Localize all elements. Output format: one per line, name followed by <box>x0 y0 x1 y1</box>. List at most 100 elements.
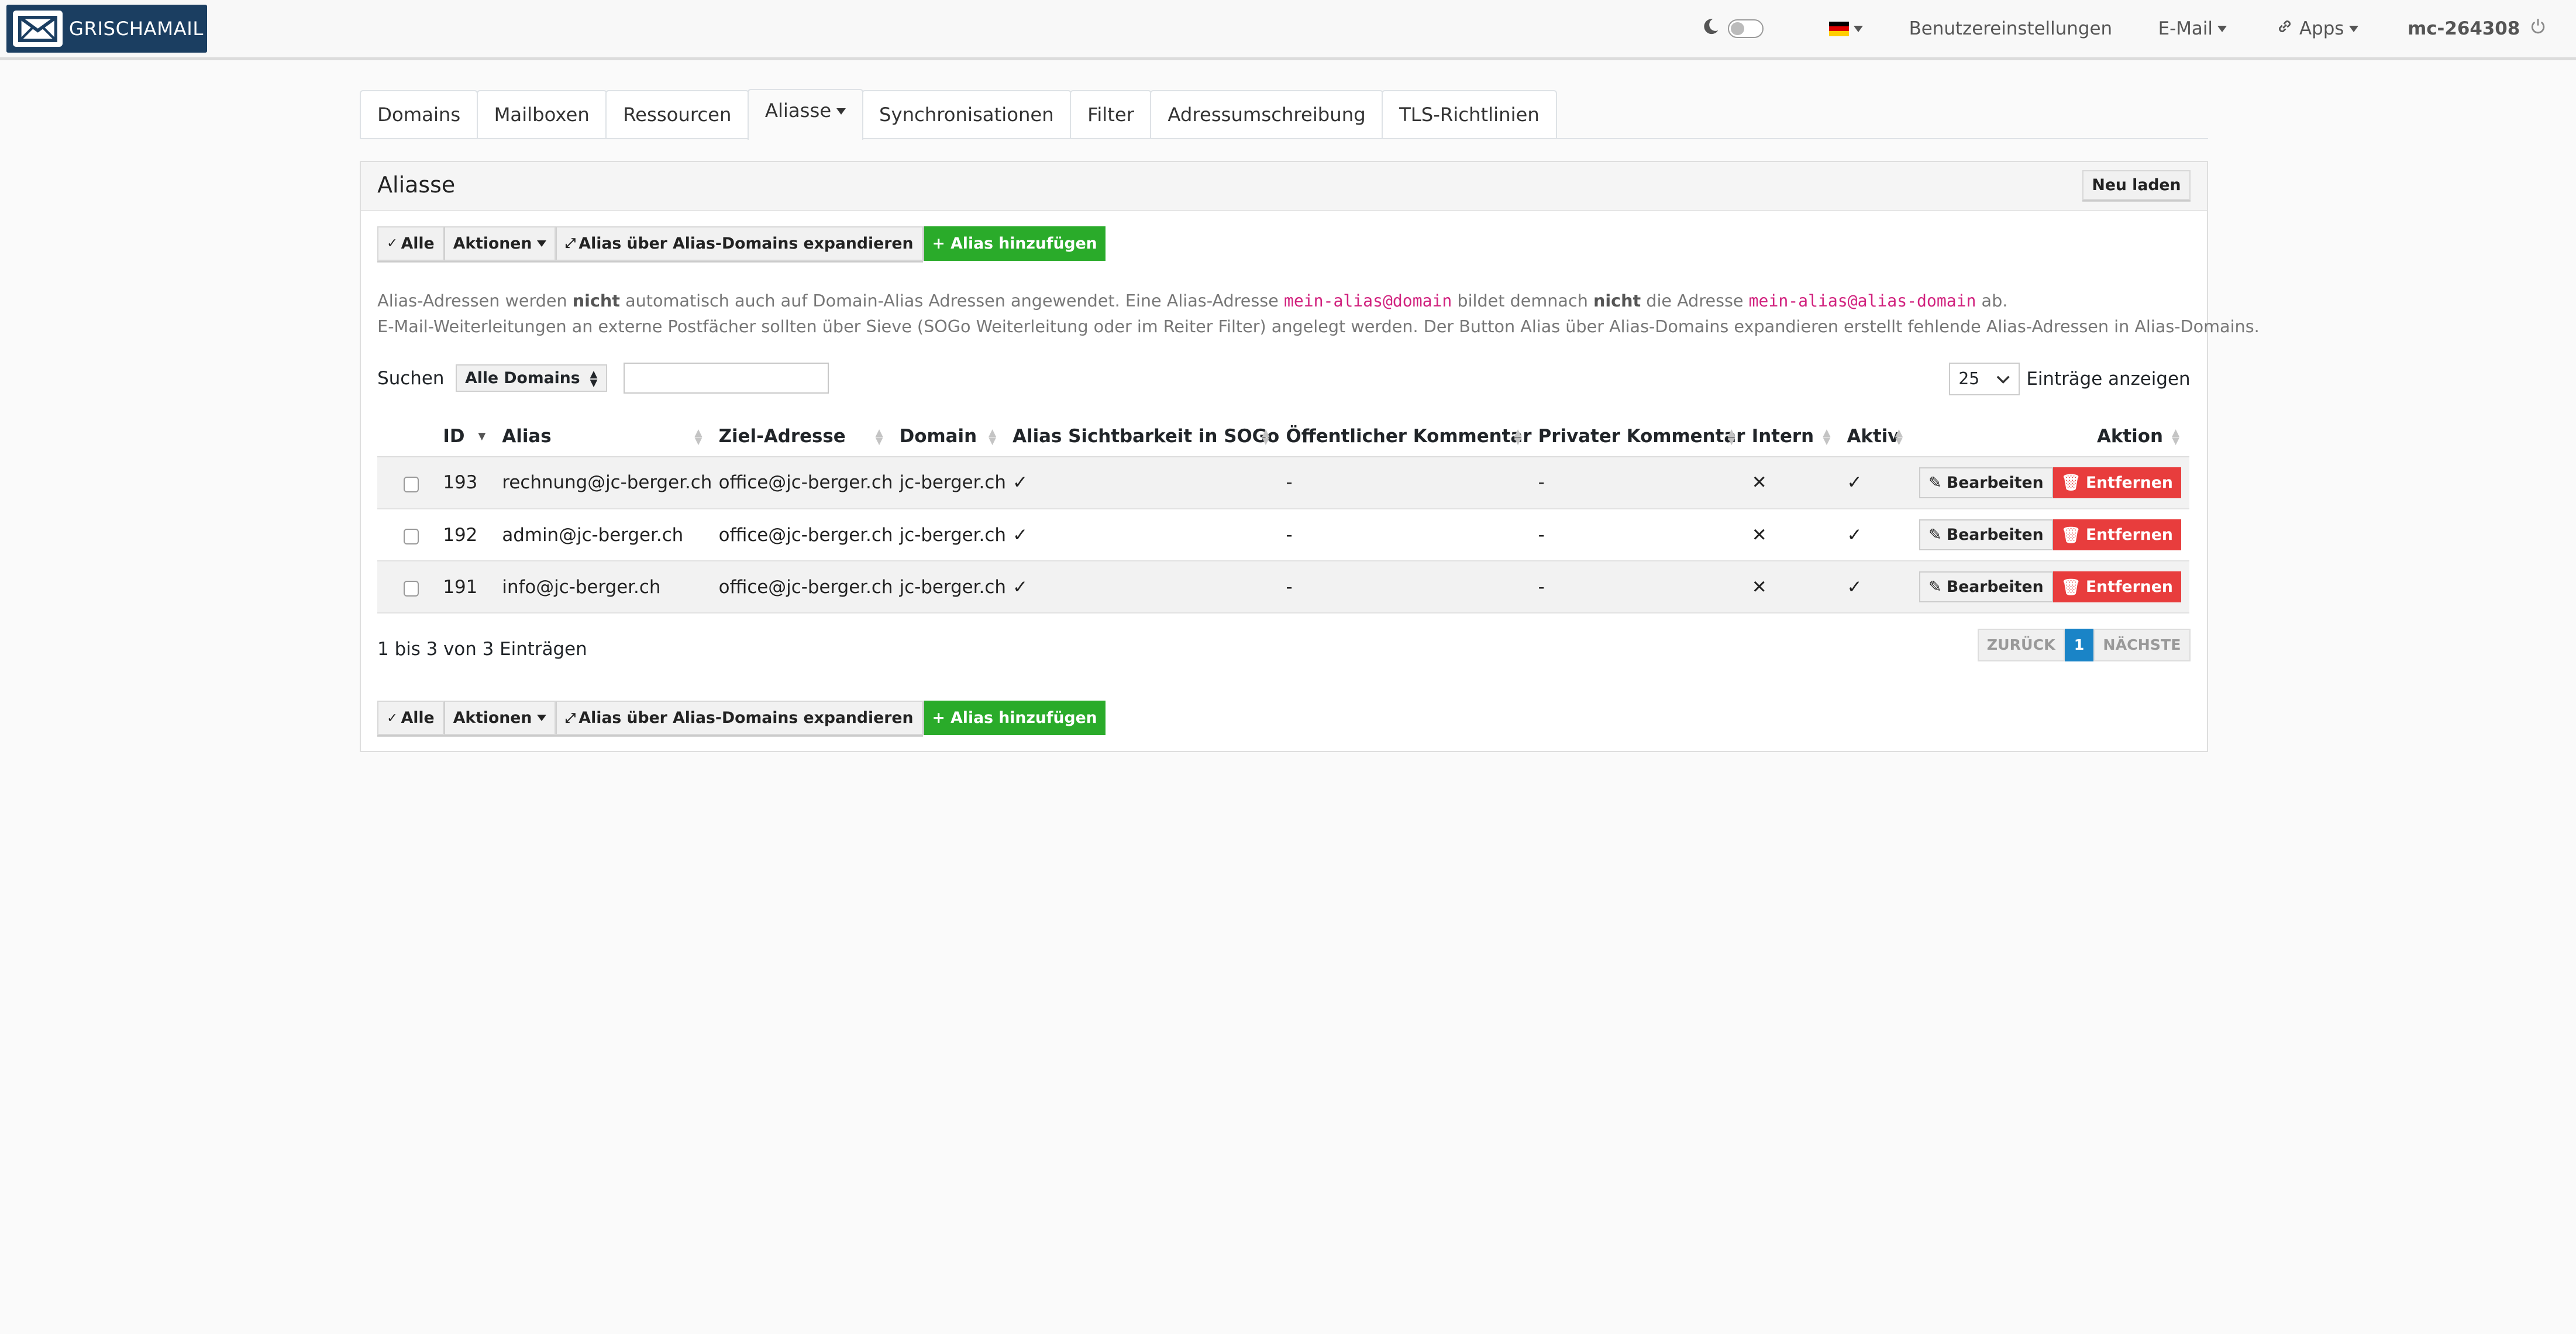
dark-mode-switch[interactable] <box>1728 19 1764 39</box>
german-flag-icon <box>1828 21 1849 36</box>
tab-aliasse[interactable]: Aliasse <box>747 88 863 140</box>
check-icon: ✓ <box>1005 561 1280 614</box>
actions-dropdown[interactable]: Aktionen <box>443 701 556 736</box>
row-checkbox[interactable] <box>404 581 419 597</box>
edit-button[interactable]: ✎ Bearbeiten <box>1919 571 2053 603</box>
app-root: GRISCHAMAIL Benutzereinstellungen E-Mail <box>0 0 2576 1334</box>
page-1-button[interactable]: 1 <box>2064 628 2094 661</box>
tab-synchronisationen[interactable]: Synchronisationen <box>861 90 1072 138</box>
cell-target: office@jc-berger.ch <box>712 561 893 614</box>
dark-mode-toggle[interactable] <box>1702 18 1764 40</box>
row-checkbox-cell <box>377 456 437 509</box>
row-checkbox-cell <box>377 508 437 562</box>
cell-alias: admin@jc-berger.ch <box>495 508 712 562</box>
tab-ressourcen[interactable]: Ressourcen <box>605 90 749 138</box>
top-toolbar: ✓ Alle Aktionen ⤢ Alias über Alias-Domai… <box>377 226 1106 261</box>
expand-icon: ⤢ <box>564 710 576 726</box>
remove-button[interactable]: 🗑 Entfernen <box>2052 467 2181 499</box>
user-settings-link[interactable]: Benutzereinstellungen <box>1909 18 2112 39</box>
expand-alias-button[interactable]: ⤢ Alias über Alias-Domains expandieren <box>555 701 923 736</box>
col-alias[interactable]: Alias ▲ ▼ <box>495 416 712 457</box>
reload-button[interactable]: Neu laden <box>2082 170 2191 200</box>
trash-icon: 🗑 <box>2061 578 2081 597</box>
cell-id: 193 <box>436 456 496 509</box>
row-actions: ✎ Bearbeiten 🗑 Entfernen <box>1912 456 2189 509</box>
search-bar: Suchen Alle Domains ▲ ▼ <box>377 362 829 394</box>
col-sogo-visibility[interactable]: Alias Sichtbarkeit in SOGo ▲ ▼ <box>1005 416 1280 457</box>
col-private-comment[interactable]: Privater Kommentar ▲ ▼ <box>1531 416 1745 457</box>
row-checkbox-cell <box>377 561 437 614</box>
add-alias-button[interactable]: + Alias hinzufügen <box>922 701 1106 736</box>
col-public-comment[interactable]: Öffentlicher Kommentar ▲ ▼ <box>1279 416 1532 457</box>
select-all-button[interactable]: ✓ Alle <box>377 701 444 736</box>
aliases-table: ID ▼ Alias ▲ ▼ Ziel-Adresse ▲ ▼ Domain ▲ ▼ Alia… <box>377 416 2189 614</box>
tab-tls-richtlinien[interactable]: TLS-Richtlinien <box>1381 90 1557 138</box>
pencil-icon: ✎ <box>1928 473 1942 492</box>
panel-title: Aliasse <box>377 172 456 198</box>
trash-icon: 🗑 <box>2061 474 2081 492</box>
email-menu[interactable]: E-Mail <box>2158 18 2227 39</box>
table-row: 191 info@jc-berger.ch office@jc-berger.c… <box>377 561 2189 614</box>
navbar-right: Benutzereinstellungen E-Mail Apps mc-264… <box>1702 0 2546 57</box>
remove-button[interactable]: 🗑 Entfernen <box>2052 571 2181 603</box>
search-label: Suchen <box>377 367 445 389</box>
cell-domain: jc-berger.ch <box>893 561 1006 614</box>
col-internal[interactable]: Intern ▲ ▼ <box>1745 416 1841 457</box>
next-page-button[interactable]: NÄCHSTE <box>2093 628 2191 661</box>
table-row: 192 admin@jc-berger.ch office@jc-berger.… <box>377 508 2189 562</box>
prev-page-button[interactable]: ZURÜCK <box>1977 628 2065 661</box>
edit-button[interactable]: ✎ Bearbeiten <box>1919 519 2053 551</box>
col-active[interactable]: Aktiv ▲ ▼ <box>1840 416 1913 457</box>
pencil-icon: ✎ <box>1928 526 1942 544</box>
select-all-button[interactable]: ✓ Alle <box>377 226 444 261</box>
user-settings-label: Benutzereinstellungen <box>1909 18 2113 40</box>
tab-domains[interactable]: Domains <box>360 90 478 138</box>
pagination: ZURÜCK 1 NÄCHSTE <box>1977 628 2191 661</box>
bottom-toolbar: ✓ Alle Aktionen ⤢ Alias über Alias-Domai… <box>377 701 1106 736</box>
cell-id: 191 <box>436 561 496 614</box>
row-checkbox[interactable] <box>404 477 419 492</box>
search-input[interactable] <box>623 362 829 394</box>
cell-public-comment: - <box>1279 561 1532 614</box>
tab-adressumschreibung[interactable]: Adressumschreibung <box>1150 90 1383 138</box>
cell-domain: jc-berger.ch <box>893 456 1006 509</box>
main-tabs: Domains Mailboxen Ressourcen Aliasse Syn… <box>360 87 2208 140</box>
cell-public-comment: - <box>1279 456 1532 509</box>
brand-logo[interactable]: GRISCHAMAIL <box>6 5 207 53</box>
chevron-down-icon <box>1853 25 1863 32</box>
page-length-select[interactable]: 25 <box>1949 362 2020 395</box>
col-id[interactable]: ID ▼ <box>436 416 496 457</box>
apps-menu-label: Apps <box>2299 18 2344 40</box>
chevron-down-icon <box>1996 369 2010 388</box>
logout-link[interactable]: mc-264308 <box>2408 18 2546 39</box>
tab-mailboxen[interactable]: Mailboxen <box>476 90 607 138</box>
panel-header: Aliasse Neu laden <box>361 162 2207 211</box>
tab-filter[interactable]: Filter <box>1070 90 1152 138</box>
pencil-icon: ✎ <box>1928 578 1942 597</box>
table-header: ID ▼ Alias ▲ ▼ Ziel-Adresse ▲ ▼ Domain ▲ ▼ Alia… <box>377 416 2189 457</box>
apps-menu[interactable]: Apps <box>2277 18 2358 39</box>
code-example: mein-alias@domain <box>1283 291 1452 311</box>
page-length-label: Einträge anzeigen <box>2026 368 2191 389</box>
cell-target: office@jc-berger.ch <box>712 456 893 509</box>
col-target[interactable]: Ziel-Adresse ▲ ▼ <box>712 416 893 457</box>
row-checkbox[interactable] <box>404 529 419 544</box>
info-text: Alias-Adressen werden nicht automatisch … <box>377 288 2260 340</box>
expand-icon: ⤢ <box>564 236 576 251</box>
actions-dropdown[interactable]: Aktionen <box>443 226 556 261</box>
col-domain[interactable]: Domain ▲ ▼ <box>893 416 1006 457</box>
language-dropdown[interactable] <box>1828 21 1863 36</box>
cross-icon: ✕ <box>1745 561 1841 614</box>
cross-icon: ✕ <box>1745 456 1841 509</box>
col-select <box>377 416 437 457</box>
table-info: 1 bis 3 von 3 Einträgen <box>377 638 587 660</box>
col-action[interactable]: Aktion ▲ ▼ <box>1912 416 2189 457</box>
row-actions: ✎ Bearbeiten 🗑 Entfernen <box>1912 508 2189 562</box>
expand-alias-button[interactable]: ⤢ Alias über Alias-Domains expandieren <box>555 226 923 261</box>
add-alias-button[interactable]: + Alias hinzufügen <box>922 226 1106 261</box>
remove-button[interactable]: 🗑 Entfernen <box>2052 519 2181 551</box>
domain-filter-select[interactable]: Alle Domains ▲ ▼ <box>456 364 607 392</box>
cell-public-comment: - <box>1279 508 1532 562</box>
edit-button[interactable]: ✎ Bearbeiten <box>1919 467 2053 499</box>
check-icon: ✓ <box>1840 508 1913 562</box>
